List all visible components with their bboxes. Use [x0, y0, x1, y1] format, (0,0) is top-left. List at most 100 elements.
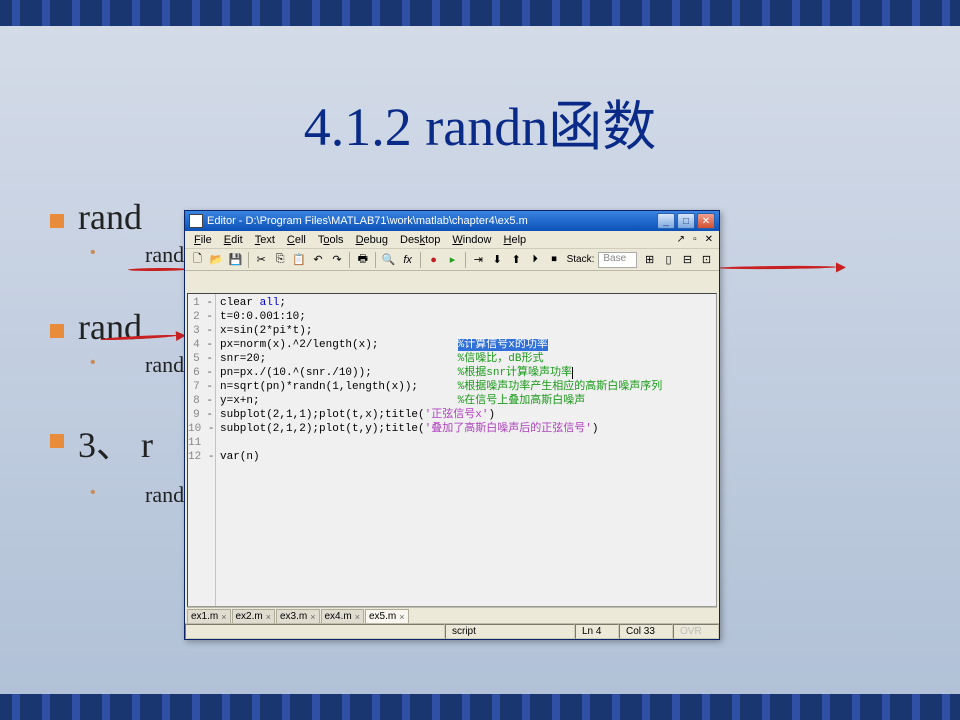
tab-close-icon[interactable]: × [266, 612, 271, 622]
code-line[interactable]: clear all; [220, 296, 712, 310]
tab-close-icon[interactable]: × [399, 612, 404, 622]
step-icon[interactable]: ⇥ [470, 251, 487, 269]
menu-text[interactable]: Text [250, 234, 280, 246]
file-tab[interactable]: ex2.m× [232, 609, 276, 623]
sub-bullet-icon: • [90, 484, 96, 502]
open-icon[interactable]: 📂 [208, 251, 225, 269]
line-number: 4 - [188, 338, 213, 352]
fx-icon[interactable]: fx [399, 251, 416, 269]
stack-label: Stack: [567, 254, 595, 265]
minimize-button[interactable]: _ [657, 213, 675, 229]
paste-icon[interactable]: 📋 [291, 251, 308, 269]
tab-label: ex4.m [325, 611, 352, 622]
code-line[interactable]: subplot(2,1,2);plot(t,y);title('叠加了高斯白噪声… [220, 422, 712, 436]
file-tabs: ex1.m×ex2.m×ex3.m×ex4.m×ex5.m× [187, 607, 717, 623]
menu-cell[interactable]: Cell [282, 234, 311, 246]
code-line[interactable]: snr=20; %信噪比，dB形式 [220, 352, 712, 366]
menu-desktop[interactable]: Desktop [395, 234, 445, 246]
col-value: 33 [644, 626, 655, 637]
tab-close-icon[interactable]: × [310, 612, 315, 622]
undo-icon[interactable]: ↶ [310, 251, 327, 269]
stack-dropdown[interactable]: Base [598, 252, 637, 268]
file-tab[interactable]: ex1.m× [187, 609, 231, 623]
bullet-icon [50, 434, 64, 448]
file-type-cell: script [445, 624, 575, 639]
doc-window-controls: ↗ ▫ ✕ [675, 234, 715, 245]
menu-tools[interactable]: Tools [313, 234, 349, 246]
matlab-editor-window: Editor - D:\Program Files\MATLAB71\work\… [184, 210, 720, 640]
line-number-gutter: 1 -2 -3 -4 -5 -6 -7 -8 -9 -10 -11 12 - [188, 294, 216, 606]
file-tab[interactable]: ex3.m× [276, 609, 320, 623]
tab-label: ex2.m [236, 611, 263, 622]
line-number: 9 - [188, 408, 213, 422]
set-breakpoint-icon[interactable]: ● [425, 251, 442, 269]
bullet-icon [50, 324, 64, 338]
tab-label: ex5.m [369, 611, 396, 622]
window-title: Editor - D:\Program Files\MATLAB71\work\… [207, 215, 657, 227]
layout1-icon[interactable]: ⊞ [641, 251, 658, 269]
line-number: 2 - [188, 310, 213, 324]
bullet-1-text: rand [78, 196, 142, 238]
code-editor[interactable]: 1 -2 -3 -4 -5 -6 -7 -8 -9 -10 -11 12 - c… [187, 293, 717, 607]
menu-window[interactable]: Window [447, 234, 496, 246]
bullet-icon [50, 214, 64, 228]
exit-debug-icon[interactable]: ⏹ [546, 251, 563, 269]
save-icon[interactable]: 💾 [227, 251, 244, 269]
cut-icon[interactable]: ✂ [253, 251, 270, 269]
line-number: 1 - [188, 296, 213, 310]
code-content[interactable]: clear all;t=0:0.001:10;x=sin(2*pi*t);px=… [216, 294, 716, 606]
bullet-3-text: 3、 r [78, 416, 153, 468]
toolbar-main: 🗋 📂 💾 ✂ ⎘ 📋 ↶ ↷ 🖶 🔍 fx ● ▸ ⇥ ⬇ ⬆ ⏵ ⏹ Sta… [185, 249, 719, 271]
code-line[interactable]: y=x+n; %在信号上叠加高斯白噪声 [220, 394, 712, 408]
bullet-2-text: rand [78, 306, 142, 348]
menu-bar: File Edit Text Cell Tools Debug Desktop … [185, 231, 719, 249]
slide-top-border [0, 0, 960, 26]
menu-file[interactable]: File [189, 234, 217, 246]
new-icon[interactable]: 🗋 [189, 251, 206, 269]
line-number: 6 - [188, 366, 213, 380]
code-line[interactable]: n=sqrt(pn)*randn(1,length(x)); %根据噪声功率产生… [220, 380, 712, 394]
step-in-icon[interactable]: ⬇ [489, 251, 506, 269]
continue-icon[interactable]: ⏵ [527, 251, 544, 269]
line-number: 10 - [188, 422, 213, 436]
menu-debug[interactable]: Debug [351, 234, 393, 246]
code-line[interactable]: x=sin(2*pi*t); [220, 324, 712, 338]
ln-value: 4 [596, 626, 602, 637]
doc-maximize-button[interactable]: ▫ [691, 234, 699, 245]
sub-bullet-icon: • [90, 244, 96, 262]
code-line[interactable]: var(n) [220, 450, 712, 464]
tab-close-icon[interactable]: × [355, 612, 360, 622]
file-tab[interactable]: ex4.m× [321, 609, 365, 623]
code-line[interactable]: px=norm(x).^2/length(x); %计算信号x的功率 [220, 338, 712, 352]
title-bar[interactable]: Editor - D:\Program Files\MATLAB71\work\… [185, 211, 719, 231]
tab-label: ex3.m [280, 611, 307, 622]
run-icon[interactable]: ▸ [444, 251, 461, 269]
col-label: Col [626, 626, 641, 637]
layout3-icon[interactable]: ⊟ [679, 251, 696, 269]
doc-undock-button[interactable]: ↗ [675, 234, 687, 245]
close-button[interactable]: ✕ [697, 213, 715, 229]
redo-icon[interactable]: ↷ [329, 251, 346, 269]
status-bar: script Ln 4 Col 33 OVR [185, 623, 719, 639]
tab-label: ex1.m [191, 611, 218, 622]
copy-icon[interactable]: ⎘ [272, 251, 289, 269]
code-line[interactable]: pn=px./(10.^(snr./10)); %根据snr计算噪声功率 [220, 366, 712, 380]
step-out-icon[interactable]: ⬆ [508, 251, 525, 269]
menu-help[interactable]: Help [499, 234, 532, 246]
layout2-icon[interactable]: ▯ [660, 251, 677, 269]
file-tab[interactable]: ex5.m× [365, 609, 409, 623]
tab-close-icon[interactable]: × [221, 612, 226, 622]
menu-edit[interactable]: Edit [219, 234, 248, 246]
code-line[interactable] [220, 436, 712, 450]
ovr-indicator: OVR [673, 624, 719, 639]
layout4-icon[interactable]: ⊡ [698, 251, 715, 269]
find-icon[interactable]: 🔍 [380, 251, 397, 269]
line-number: 3 - [188, 324, 213, 338]
doc-close-button[interactable]: ✕ [703, 234, 715, 245]
code-line[interactable]: t=0:0.001:10; [220, 310, 712, 324]
code-line[interactable]: subplot(2,1,1);plot(t,x);title('正弦信号x') [220, 408, 712, 422]
line-number: 11 [188, 436, 213, 450]
print-icon[interactable]: 🖶 [354, 251, 371, 269]
slide-title: 4.1.2 randn函数 [0, 82, 960, 161]
maximize-button[interactable]: □ [677, 213, 695, 229]
